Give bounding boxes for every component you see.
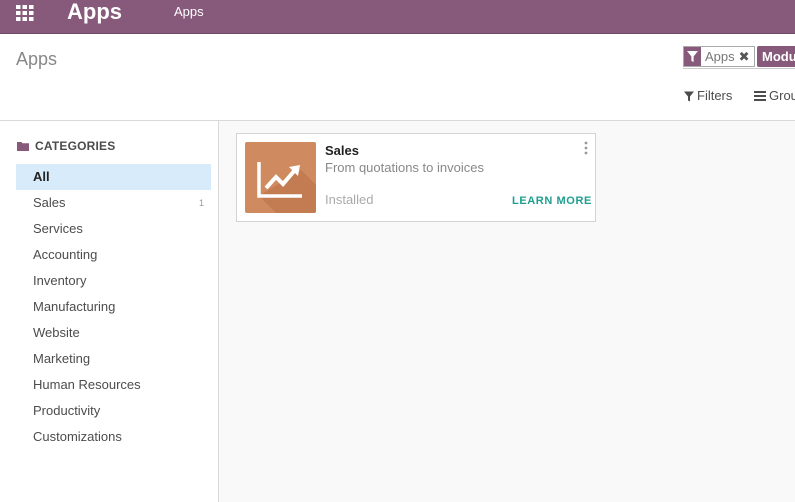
sidebar-item-manufacturing[interactable]: Manufacturing bbox=[16, 294, 211, 320]
sidebar-item-label: Productivity bbox=[33, 403, 101, 418]
filters-label: Filters bbox=[697, 88, 733, 103]
sidebar-item-productivity[interactable]: Productivity bbox=[16, 398, 211, 424]
filters-button[interactable]: Filters bbox=[684, 88, 732, 104]
apps-grid-icon[interactable] bbox=[16, 5, 34, 21]
sidebar-item-label: Sales bbox=[33, 195, 66, 210]
sidebar-item-label: Marketing bbox=[33, 351, 91, 366]
sidebar-item-sales[interactable]: Sales 1 bbox=[16, 190, 211, 216]
folder-icon bbox=[17, 142, 29, 151]
sales-chart-icon bbox=[245, 142, 316, 213]
facet-label: Apps bbox=[705, 49, 735, 64]
filter-icon bbox=[684, 47, 701, 66]
sidebar-item-label: Services bbox=[33, 221, 83, 236]
app-summary: From quotations to invoices bbox=[325, 160, 484, 175]
search-input[interactable]: Apps ✖ Modu bbox=[683, 46, 795, 69]
sidebar-item-marketing[interactable]: Marketing bbox=[16, 346, 211, 372]
sidebar-item-all[interactable]: All bbox=[16, 164, 211, 190]
sidebar-item-label: Customizations bbox=[33, 429, 122, 444]
category-count: 1 bbox=[198, 198, 204, 208]
close-icon[interactable]: ✖ bbox=[739, 47, 754, 66]
sidebar-item-label: Inventory bbox=[33, 273, 87, 288]
categories-header: CATEGORIES bbox=[17, 139, 115, 153]
sidebar-item-label: Human Resources bbox=[33, 377, 141, 392]
categories-sidebar: CATEGORIES All Sales 1 Services Accountin… bbox=[0, 121, 219, 502]
search-facet-module[interactable]: Modu bbox=[757, 46, 795, 67]
group-by-button[interactable]: Grou bbox=[754, 88, 795, 104]
categories-title: CATEGORIES bbox=[35, 139, 116, 153]
sidebar-item-website[interactable]: Website bbox=[16, 320, 211, 346]
app-brand[interactable]: Apps bbox=[67, 0, 122, 25]
sidebar-item-label: Manufacturing bbox=[33, 299, 116, 314]
kebab-menu-icon[interactable] bbox=[583, 141, 589, 155]
apps-kanban-view: Sales From quotations to invoices Instal… bbox=[219, 121, 795, 502]
sidebar-item-label: All bbox=[33, 169, 50, 184]
bars-icon bbox=[754, 91, 766, 101]
top-navbar: Apps Apps bbox=[0, 0, 795, 34]
group-by-label: Grou bbox=[769, 88, 795, 103]
app-name: Sales bbox=[325, 143, 359, 158]
app-card-sales[interactable]: Sales From quotations to invoices Instal… bbox=[236, 133, 596, 222]
sidebar-item-label: Website bbox=[33, 325, 80, 340]
sidebar-item-customizations[interactable]: Customizations bbox=[16, 424, 211, 450]
sidebar-item-label: Accounting bbox=[33, 247, 98, 262]
sidebar-item-accounting[interactable]: Accounting bbox=[16, 242, 211, 268]
sidebar-item-human-resources[interactable]: Human Resources bbox=[16, 372, 211, 398]
category-list: All Sales 1 Services Accounting Inventory… bbox=[16, 164, 211, 450]
sidebar-item-services[interactable]: Services bbox=[16, 216, 211, 242]
app-status: Installed bbox=[325, 192, 374, 207]
filter-icon bbox=[684, 91, 694, 101]
breadcrumb: Apps bbox=[16, 49, 58, 69]
sidebar-item-inventory[interactable]: Inventory bbox=[16, 268, 211, 294]
search-facet-apps[interactable]: Apps ✖ bbox=[683, 46, 755, 67]
control-panel: Apps Apps ✖ Modu Filters Grou bbox=[0, 34, 795, 121]
learn-more-button[interactable]: LEARN MORE bbox=[512, 195, 592, 207]
nav-menu-apps[interactable]: Apps bbox=[174, 4, 204, 20]
